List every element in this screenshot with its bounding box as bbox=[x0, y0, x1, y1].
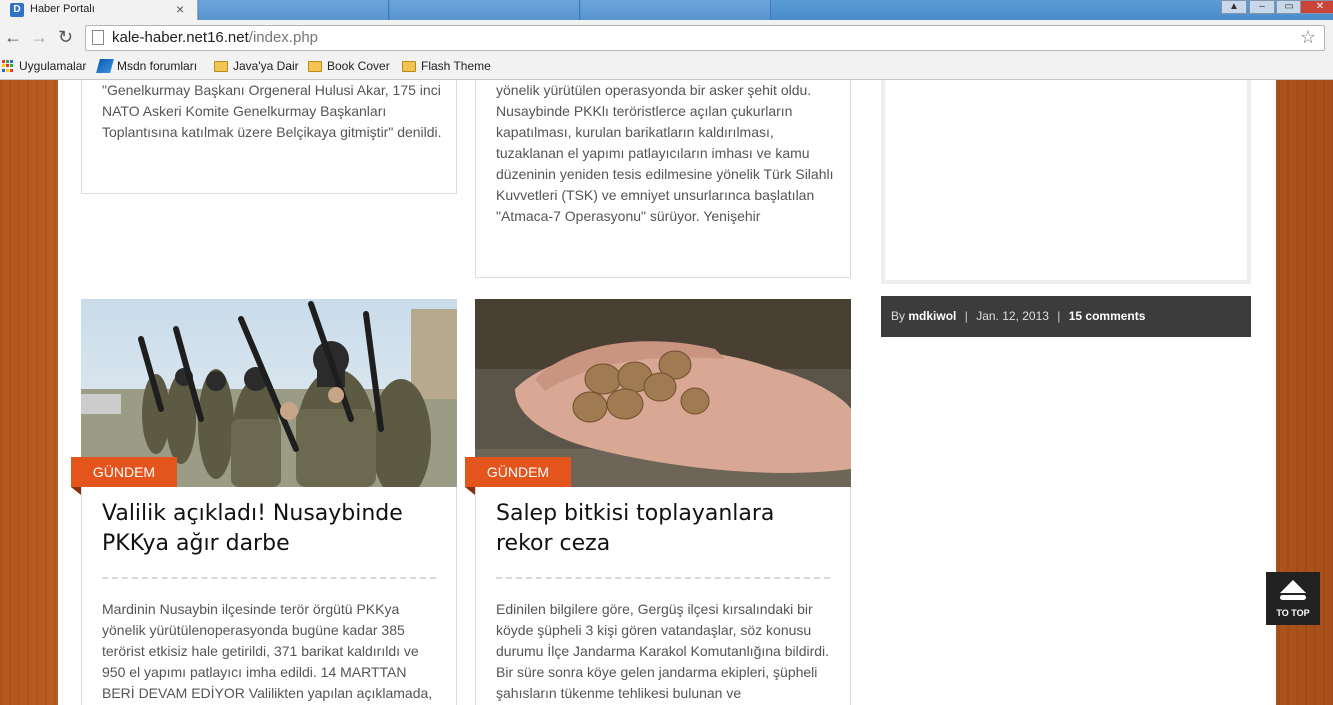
url-host: kale-haber.net16.net bbox=[112, 29, 249, 46]
post-card-top-right: yönelik yürütülen operasyonda bir asker … bbox=[475, 80, 851, 278]
post-divider bbox=[102, 577, 436, 579]
meta-date: Jan. 12, 2013 bbox=[976, 309, 1049, 323]
post-excerpt: Mardinin Nusaybin ilçesinde terör örgütü… bbox=[102, 601, 433, 701]
tab-inactive[interactable] bbox=[581, 0, 771, 20]
forward-arrow-icon[interactable]: → bbox=[30, 28, 48, 46]
bookmark-msdn[interactable]: Msdn forumları bbox=[96, 59, 198, 73]
post-body: Salep bitkisi toplayanlara rekor ceza Ed… bbox=[475, 487, 851, 705]
bookmark-label: Uygulamalar bbox=[19, 59, 87, 73]
post-card: GÜNDEM Valilik açıkladı! Nusaybinde PKKy… bbox=[71, 299, 457, 705]
page-viewport[interactable]: "Genelkurmay Başkanı Orgeneral Hulusi Ak… bbox=[0, 80, 1333, 705]
minimize-button[interactable]: – bbox=[1249, 0, 1275, 14]
to-top-button[interactable]: TO TOP bbox=[1266, 572, 1320, 625]
meta-author-link[interactable]: mdkiwol bbox=[908, 309, 956, 323]
reload-icon[interactable]: ↻ bbox=[58, 28, 73, 46]
page-icon bbox=[92, 30, 104, 45]
bookmark-label: Msdn forumları bbox=[117, 59, 198, 73]
post-card-top-left: "Genelkurmay Başkanı Orgeneral Hulusi Ak… bbox=[81, 80, 457, 194]
post-meta-bar: By mdkiwol | Jan. 12, 2013 | 15 comments bbox=[881, 296, 1251, 337]
bookmark-javaya-dair[interactable]: Java'ya Dair bbox=[214, 59, 299, 73]
msdn-icon bbox=[96, 59, 114, 73]
meta-comments-link[interactable]: 15 comments bbox=[1069, 309, 1146, 323]
folder-icon bbox=[214, 60, 228, 72]
to-top-label: TO TOP bbox=[1276, 608, 1310, 618]
tab-inactive[interactable] bbox=[199, 0, 389, 20]
tab-strip: D Haber Portalı × ▲ – ▭ ✕ bbox=[0, 0, 1333, 20]
close-window-button[interactable]: ✕ bbox=[1300, 0, 1333, 14]
bookmark-flash-theme[interactable]: Flash Theme bbox=[402, 59, 491, 73]
bookmark-apps[interactable]: Uygulamalar bbox=[2, 59, 86, 73]
user-icon[interactable]: ▲ bbox=[1221, 0, 1247, 14]
address-bar[interactable]: kale-haber.net16.net/index.php ☆ bbox=[85, 25, 1325, 51]
meta-separator: | bbox=[964, 309, 968, 323]
content-area: "Genelkurmay Başkanı Orgeneral Hulusi Ak… bbox=[58, 80, 1276, 705]
meta-by-label: By bbox=[891, 309, 906, 323]
tab-active[interactable]: D Haber Portalı × bbox=[0, 0, 198, 20]
post-card: GÜNDEM Salep bitkisi toplayanlara rekor … bbox=[465, 299, 851, 705]
post-body: Valilik açıkladı! Nusaybinde PKKya ağır … bbox=[81, 487, 457, 705]
post-excerpt: "Genelkurmay Başkanı Orgeneral Hulusi Ak… bbox=[102, 82, 442, 140]
bookmark-book-cover[interactable]: Book Cover bbox=[308, 59, 390, 73]
category-badge[interactable]: GÜNDEM bbox=[465, 457, 571, 487]
category-badge-fold bbox=[465, 487, 475, 495]
up-arrow-icon bbox=[1280, 580, 1306, 600]
bookmark-star-icon[interactable]: ☆ bbox=[1300, 27, 1316, 48]
post-divider bbox=[496, 577, 830, 579]
tab-title: Haber Portalı bbox=[30, 3, 95, 15]
sidebar-widget bbox=[881, 80, 1251, 284]
meta-separator: | bbox=[1057, 309, 1061, 323]
bookmark-label: Flash Theme bbox=[421, 59, 491, 73]
bookmark-label: Book Cover bbox=[327, 59, 390, 73]
url-text: kale-haber.net16.net/index.php bbox=[112, 29, 318, 46]
post-excerpt: yönelik yürütülen operasyonda bir asker … bbox=[496, 82, 834, 224]
back-arrow-icon[interactable]: ← bbox=[4, 28, 22, 46]
folder-icon bbox=[308, 60, 322, 72]
maximize-button[interactable]: ▭ bbox=[1276, 0, 1302, 14]
site-favicon-icon: D bbox=[10, 3, 24, 17]
folder-icon bbox=[402, 60, 416, 72]
bookmark-label: Java'ya Dair bbox=[233, 59, 299, 73]
tab-inactive[interactable] bbox=[390, 0, 580, 20]
post-title-link[interactable]: Valilik açıkladı! Nusaybinde PKKya ağır … bbox=[102, 499, 442, 559]
apps-icon bbox=[2, 60, 14, 72]
bookmarks-bar: Uygulamalar Msdn forumları Java'ya Dair … bbox=[0, 56, 1333, 80]
category-badge[interactable]: GÜNDEM bbox=[71, 457, 177, 487]
category-badge-fold bbox=[71, 487, 81, 495]
tab-close-icon[interactable]: × bbox=[176, 1, 184, 17]
post-title-link[interactable]: Salep bitkisi toplayanlara rekor ceza bbox=[496, 499, 836, 559]
post-excerpt: Edinilen bilgilere göre, Gergüş ilçesi k… bbox=[496, 601, 830, 701]
url-path: /index.php bbox=[248, 29, 319, 46]
